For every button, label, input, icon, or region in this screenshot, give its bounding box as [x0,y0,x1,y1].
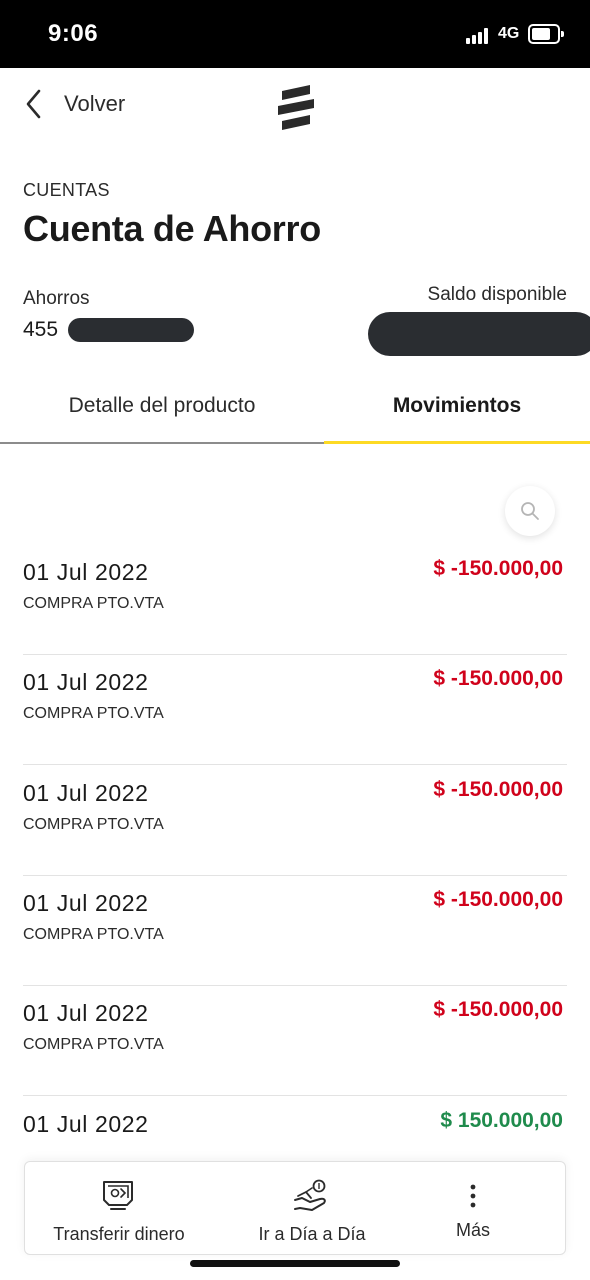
transaction-amount: $ -150.000,00 [433,888,563,911]
nav-label: Más [455,1220,490,1240]
nav-label: Transferir dinero [53,1224,185,1244]
back-label: Volver [64,91,126,116]
tab-movements[interactable]: Movimientos [324,368,590,444]
tab-divider [0,442,324,444]
search-button[interactable] [505,486,555,536]
transaction-description: COMPRA PTO.VTA [23,595,164,612]
transaction-date: 01 Jul 2022 [23,559,149,585]
back-button[interactable]: Volver [24,86,125,122]
hand-money-icon [294,1179,326,1211]
search-icon [521,502,539,520]
transaction-description: COMPRA PTO.VTA [23,1036,164,1053]
transaction-row[interactable]: 01 Jul 2022 COMPRA PTO.VTA $ -150.000,00 [23,986,567,1096]
balance-label: Saldo disponible [427,284,567,305]
transaction-row[interactable]: 01 Jul 2022 COMPRA PTO.VTA $ -150.000,00 [23,876,567,986]
transaction-date: 01 Jul 2022 [23,1000,149,1026]
page-title: Cuenta de Ahorro [23,208,321,249]
more-vertical-icon [470,1184,476,1208]
active-tab-indicator [324,441,590,444]
nav-transfer-money[interactable]: Transferir dinero [39,1162,199,1256]
signal-icon [466,28,492,44]
transaction-amount: $ -150.000,00 [433,667,563,690]
account-number-redaction [68,318,194,342]
transaction-amount: $ -150.000,00 [433,557,563,580]
home-indicator [190,1260,400,1267]
balance-redaction [368,312,590,356]
battery-icon [528,24,564,44]
transfer-money-icon [103,1181,133,1210]
section-label: CUENTAS [23,180,110,200]
tab-product-detail[interactable]: Detalle del producto [0,368,324,444]
transaction-row[interactable]: 01 Jul 2022 COMPRA PTO.VTA $ -150.000,00 [23,545,567,655]
network-type: 4G [498,25,520,42]
transaction-row[interactable]: 01 Jul 2022 COMPRA PTO.VTA $ -150.000,00 [23,655,567,765]
transaction-date: 01 Jul 2022 [23,1111,149,1137]
account-type: Ahorros [23,288,90,309]
transaction-amount: $ 150.000,00 [440,1109,563,1132]
transaction-date: 01 Jul 2022 [23,669,149,695]
transaction-description: COMPRA PTO.VTA [23,816,164,833]
account-number: 455 [23,318,59,341]
transaction-amount: $ -150.000,00 [433,998,563,1021]
nav-more[interactable]: Más [425,1162,521,1256]
transaction-row[interactable]: 01 Jul 2022 COMPRA PTO.VTA $ -150.000,00 [23,766,567,876]
transaction-date: 01 Jul 2022 [23,780,149,806]
transaction-description: COMPRA PTO.VTA [23,926,164,943]
transaction-date: 01 Jul 2022 [23,890,149,916]
status-time: 9:06 [48,20,99,47]
bottom-navigation: Transferir dinero Ir a Día a Día Más [24,1161,566,1255]
nav-dia-a-dia[interactable]: Ir a Día a Día [233,1162,391,1256]
bank-logo-icon [278,85,314,130]
transaction-description: COMPRA PTO.VTA [23,705,164,722]
transaction-amount: $ -150.000,00 [433,778,563,801]
status-bar: 9:06 4G [0,0,590,68]
nav-label: Ir a Día a Día [258,1224,366,1244]
chevron-left-icon [26,89,41,119]
tab-bar: Detalle del producto Movimientos [0,368,590,444]
